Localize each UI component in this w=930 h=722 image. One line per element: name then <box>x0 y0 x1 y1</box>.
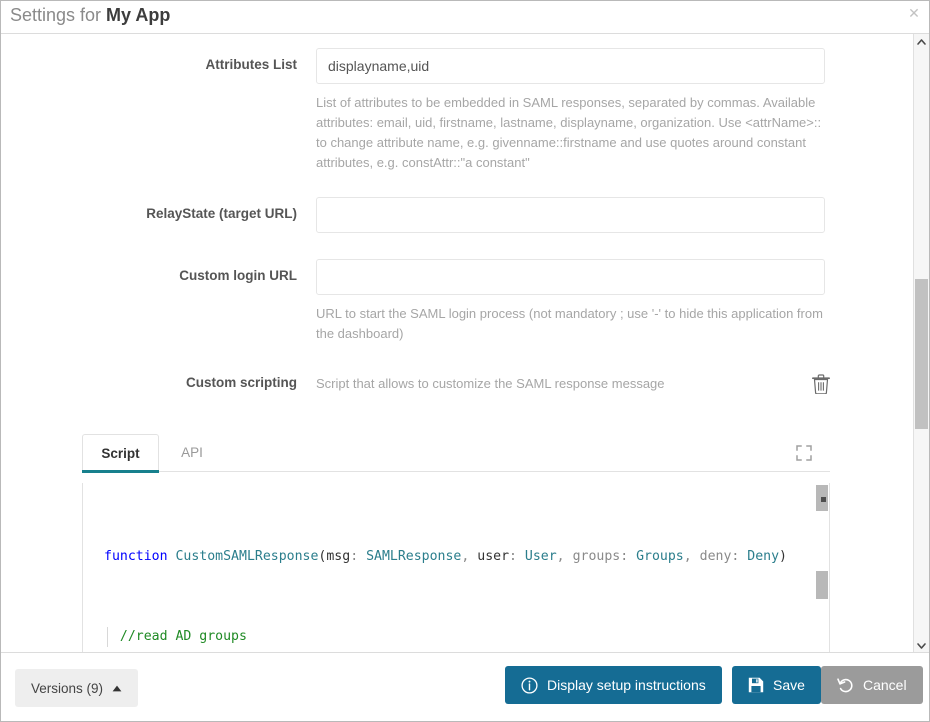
dialog-scrollbar[interactable] <box>913 34 929 654</box>
label-custom-login-url: Custom login URL <box>179 268 297 283</box>
save-label: Save <box>773 677 805 693</box>
cancel-button[interactable]: Cancel <box>821 666 923 704</box>
editor-overview-marker <box>821 497 826 502</box>
label-custom-scripting: Custom scripting <box>185 375 297 390</box>
editor-vertical-scrollbar[interactable] <box>815 483 829 654</box>
trash-icon[interactable] <box>812 374 830 395</box>
info-icon <box>521 676 538 694</box>
undo-arrow-icon <box>837 677 854 693</box>
relaystate-input[interactable] <box>316 197 825 233</box>
title-prefix: Settings for <box>10 5 107 25</box>
scroll-up-arrow-icon[interactable] <box>914 34 929 50</box>
editor-tabs: Script API <box>82 434 830 473</box>
tab-script[interactable]: Script <box>82 434 159 473</box>
dialog-titlebar: Settings for My App ✕ <box>1 1 929 34</box>
code-line: //read AD groups <box>83 627 829 647</box>
caret-up-icon <box>112 685 122 692</box>
display-setup-instructions-label: Display setup instructions <box>547 677 706 693</box>
close-icon[interactable]: ✕ <box>905 4 923 22</box>
versions-button[interactable]: Versions (9) <box>15 669 139 707</box>
field-custom-login-url: URL to start the SAML login process (not… <box>316 259 825 344</box>
code-line: function CustomSAMLResponse(msg: SAMLRes… <box>104 549 787 564</box>
code-editor-content[interactable]: function CustomSAMLResponse(msg: SAMLRes… <box>83 483 829 654</box>
fullscreen-icon[interactable] <box>796 445 812 461</box>
attributes-list-input[interactable] <box>316 48 825 84</box>
display-setup-instructions-button[interactable]: Display setup instructions <box>505 666 722 704</box>
label-relaystate: RelayState (target URL) <box>146 206 297 221</box>
help-attributes-list: List of attributes to be embedded in SAM… <box>316 95 822 170</box>
title-app-name: My App <box>106 5 171 25</box>
code-editor[interactable]: function CustomSAMLResponse(msg: SAMLRes… <box>82 483 830 654</box>
help-custom-login-url: URL to start the SAML login process (not… <box>316 306 823 341</box>
versions-label: Versions (9) <box>31 680 104 696</box>
scroll-thumb[interactable] <box>915 279 928 429</box>
field-attributes-list: List of attributes to be embedded in SAM… <box>316 48 825 173</box>
cancel-label: Cancel <box>863 677 907 693</box>
settings-dialog: Settings for My App ✕ Attributes List Li… <box>0 0 930 722</box>
save-button[interactable]: Save <box>732 666 821 704</box>
floppy-disk-icon <box>748 677 764 693</box>
field-custom-scripting: Script that allows to customize the SAML… <box>316 374 825 394</box>
custom-login-url-input[interactable] <box>316 259 825 295</box>
help-custom-scripting: Script that allows to customize the SAML… <box>316 376 665 391</box>
dialog-body: Attributes List List of attributes to be… <box>1 34 914 654</box>
page-title: Settings for My App <box>10 5 170 26</box>
tab-api[interactable]: API <box>159 434 225 472</box>
label-attributes-list: Attributes List <box>205 57 297 72</box>
field-relaystate <box>316 197 825 233</box>
editor-scroll-thumb[interactable] <box>816 571 828 599</box>
